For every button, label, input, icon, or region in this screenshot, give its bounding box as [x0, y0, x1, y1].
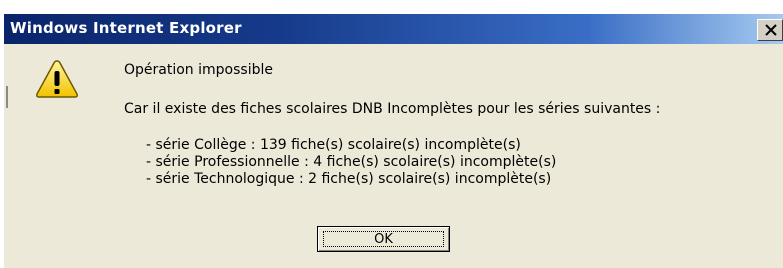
list-item: - série Technologique : 2 fiche(s) scola… — [146, 171, 552, 187]
ok-button[interactable]: OK — [317, 226, 450, 252]
close-button[interactable] — [757, 19, 783, 41]
list-item: - série Collège : 139 fiche(s) scolaire(… — [146, 137, 521, 153]
left-edge-mark — [6, 86, 8, 108]
ok-button-label: OK — [374, 232, 393, 247]
dialog-title: Windows Internet Explorer — [10, 19, 242, 37]
title-bar[interactable]: Windows Internet Explorer — [4, 14, 783, 44]
list-item: - série Professionnelle : 4 fiche(s) sco… — [146, 154, 557, 170]
series-list: - série Collège : 139 fiche(s) scolaire(… — [146, 137, 556, 188]
top-border — [4, 0, 783, 14]
message-dialog: Windows Internet Explorer Opération impo… — [0, 0, 783, 268]
warning-icon — [34, 58, 80, 104]
close-icon — [765, 24, 777, 36]
message-body: Car il existe des fiches scolaires DNB I… — [124, 101, 661, 117]
message-heading: Opération impossible — [124, 62, 273, 78]
